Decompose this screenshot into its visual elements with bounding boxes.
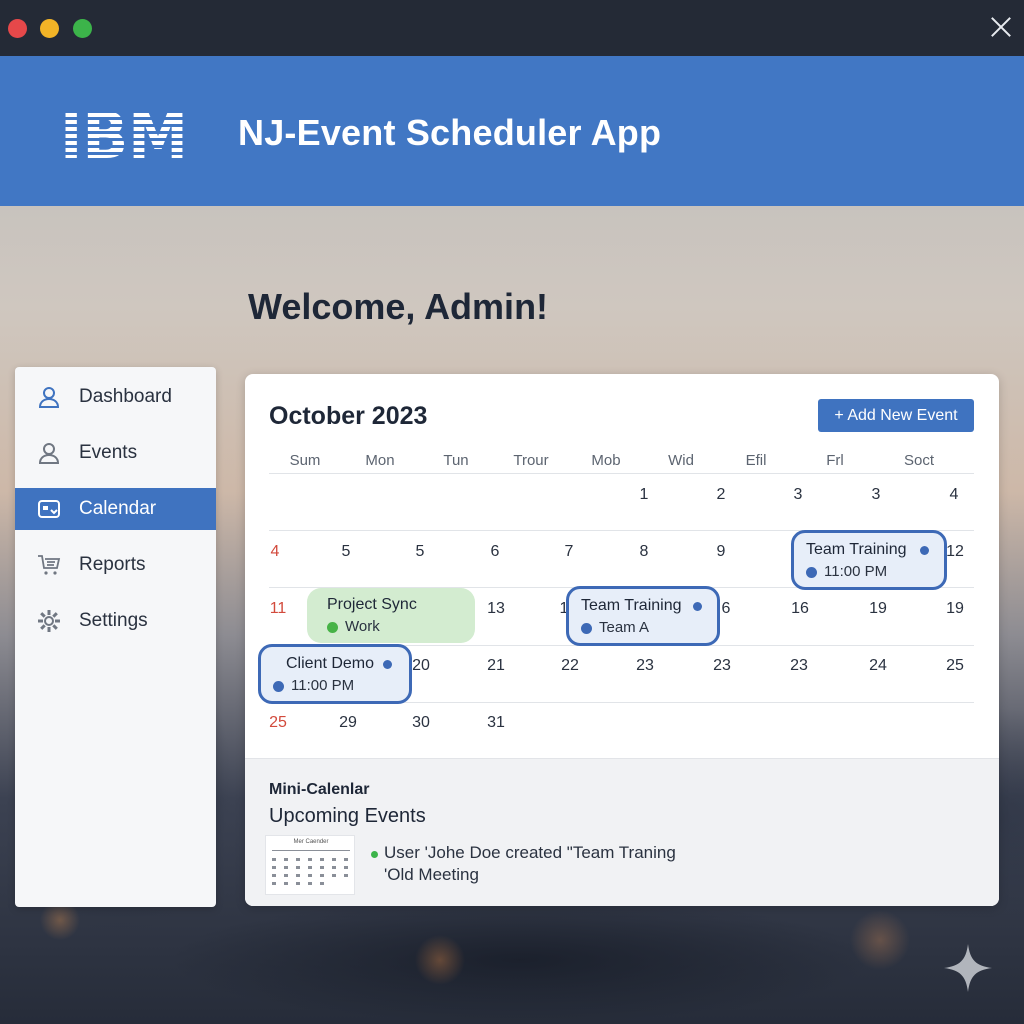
event-dot-icon: [581, 623, 592, 634]
day-cell[interactable]: 5: [416, 543, 425, 561]
sidebar: Dashboard Events Calendar Reports Settin…: [15, 367, 216, 907]
day-cell[interactable]: 6: [491, 543, 500, 561]
day-cell[interactable]: 23: [713, 657, 731, 675]
weekday-header: Wid: [668, 452, 694, 469]
event-dot-icon: [806, 567, 817, 578]
maximize-window-dot[interactable]: [73, 19, 92, 38]
day-cell[interactable]: 16: [791, 600, 809, 618]
day-cell[interactable]: 4: [271, 543, 280, 561]
event-dot-icon: [327, 622, 338, 633]
upcoming-events-title: Upcoming Events: [269, 805, 426, 827]
sidebar-item-label: Reports: [79, 554, 146, 575]
event-client-demo[interactable]: Client Demo 11:00 PM: [258, 644, 412, 704]
event-dot-icon: [693, 602, 702, 611]
weekday-header: Efil: [745, 452, 767, 469]
close-icon[interactable]: [988, 14, 1014, 40]
day-cell[interactable]: 5: [342, 543, 351, 561]
day-cell[interactable]: 8: [640, 543, 649, 561]
sidebar-item-reports[interactable]: Reports: [15, 544, 216, 586]
app-title: NJ-Event Scheduler App: [238, 112, 662, 153]
upcoming-event-line[interactable]: 'Old Meeting: [384, 865, 479, 885]
sidebar-item-settings[interactable]: Settings: [15, 600, 216, 642]
event-dot-icon: [920, 546, 929, 555]
day-cell[interactable]: 30: [412, 714, 430, 732]
day-cell[interactable]: 1: [640, 486, 649, 504]
sidebar-item-label: Settings: [79, 610, 148, 631]
user-icon: [38, 387, 60, 408]
day-cell[interactable]: 23: [636, 657, 654, 675]
event-team-training[interactable]: Team Training 11:00 PM: [791, 530, 947, 590]
month-title: October 2023: [269, 402, 428, 430]
mini-calendar-title: Mini-Calenlar: [269, 781, 370, 798]
user-icon: [38, 443, 60, 464]
ibm-logo-text: IBM: [60, 104, 188, 162]
day-cell[interactable]: 13: [487, 600, 505, 618]
weekday-header: Sum: [289, 452, 321, 469]
sidebar-item-events[interactable]: Events: [15, 432, 216, 474]
upcoming-panel: Mini-Calenlar Upcoming Events Mer Caende…: [245, 758, 999, 906]
background-lights: [0, 900, 1024, 1024]
day-cell[interactable]: 20: [412, 657, 430, 675]
day-cell[interactable]: 22: [561, 657, 579, 675]
sparkle-icon: [944, 944, 992, 992]
weekday-header: Soct: [903, 452, 935, 469]
sidebar-item-calendar[interactable]: Calendar: [15, 488, 216, 530]
event-title: Client Demo: [286, 655, 375, 672]
day-cell[interactable]: 19: [869, 600, 887, 618]
sidebar-item-label: Dashboard: [79, 386, 172, 407]
weekday-header: Mon: [365, 452, 395, 469]
weekday-header: Trour: [513, 452, 549, 469]
day-cell[interactable]: 31: [487, 714, 505, 732]
weekday-header: Mob: [591, 452, 621, 469]
event-dot-icon: [383, 660, 392, 669]
event-subtitle: 11:00 PM: [824, 563, 888, 580]
day-cell[interactable]: 7: [565, 543, 574, 561]
calendar-card: October 2023 + Add New Event Sum Mon Tun…: [245, 374, 999, 906]
event-subtitle: 11:00 PM: [291, 677, 355, 694]
weekday-header: Tun: [443, 452, 469, 469]
welcome-heading: Welcome, Admin!: [248, 286, 549, 327]
event-title: Team Training: [806, 541, 907, 558]
minimize-window-dot[interactable]: [40, 19, 59, 38]
day-cell[interactable]: 2: [717, 486, 726, 504]
day-cell[interactable]: 19: [946, 600, 964, 618]
day-cell[interactable]: 3: [872, 486, 881, 504]
grid-divider: [269, 473, 974, 474]
window-titlebar: [0, 0, 1024, 56]
day-cell[interactable]: 24: [869, 657, 887, 675]
day-cell[interactable]: 29: [339, 714, 357, 732]
sidebar-item-label: Events: [79, 442, 138, 463]
gear-icon: [38, 610, 60, 632]
event-title: Team Training: [581, 597, 682, 614]
mini-calendar[interactable]: Mer Caender: [265, 835, 355, 895]
event-project-sync[interactable]: Project Sync Work: [307, 588, 475, 643]
day-cell[interactable]: 25: [946, 657, 964, 675]
add-new-event-button[interactable]: + Add New Event: [818, 399, 974, 432]
cart-icon: [38, 555, 61, 575]
mini-calendar-grid: [272, 850, 350, 885]
day-cell[interactable]: 9: [717, 543, 726, 561]
close-window-dot[interactable]: [8, 19, 27, 38]
ibm-logo: IBM: [60, 104, 188, 162]
day-cell[interactable]: 11: [270, 600, 287, 618]
day-cell[interactable]: 3: [794, 486, 803, 504]
day-cell[interactable]: 4: [950, 486, 959, 504]
calendar-icon: [38, 500, 60, 518]
upcoming-event-line[interactable]: User 'Johe Doe created "Team Traning: [384, 843, 676, 863]
event-title: Project Sync: [327, 596, 417, 613]
day-cell[interactable]: 23: [790, 657, 808, 675]
sidebar-item-dashboard[interactable]: Dashboard: [15, 376, 216, 418]
day-cell[interactable]: 6: [722, 600, 731, 618]
status-dot-icon: [371, 851, 378, 858]
mini-calendar-header: Mer Caender: [293, 839, 329, 845]
sidebar-item-label: Calendar: [79, 498, 157, 519]
weekday-header: Frl: [826, 452, 844, 469]
day-cell[interactable]: 25: [269, 714, 287, 732]
event-subtitle: Work: [345, 618, 380, 635]
day-cell[interactable]: 12: [946, 543, 964, 561]
event-dot-icon: [273, 681, 284, 692]
day-cell[interactable]: 21: [487, 657, 505, 675]
event-team-training[interactable]: Team Training Team A: [566, 586, 720, 646]
event-subtitle: Team A: [599, 619, 650, 636]
